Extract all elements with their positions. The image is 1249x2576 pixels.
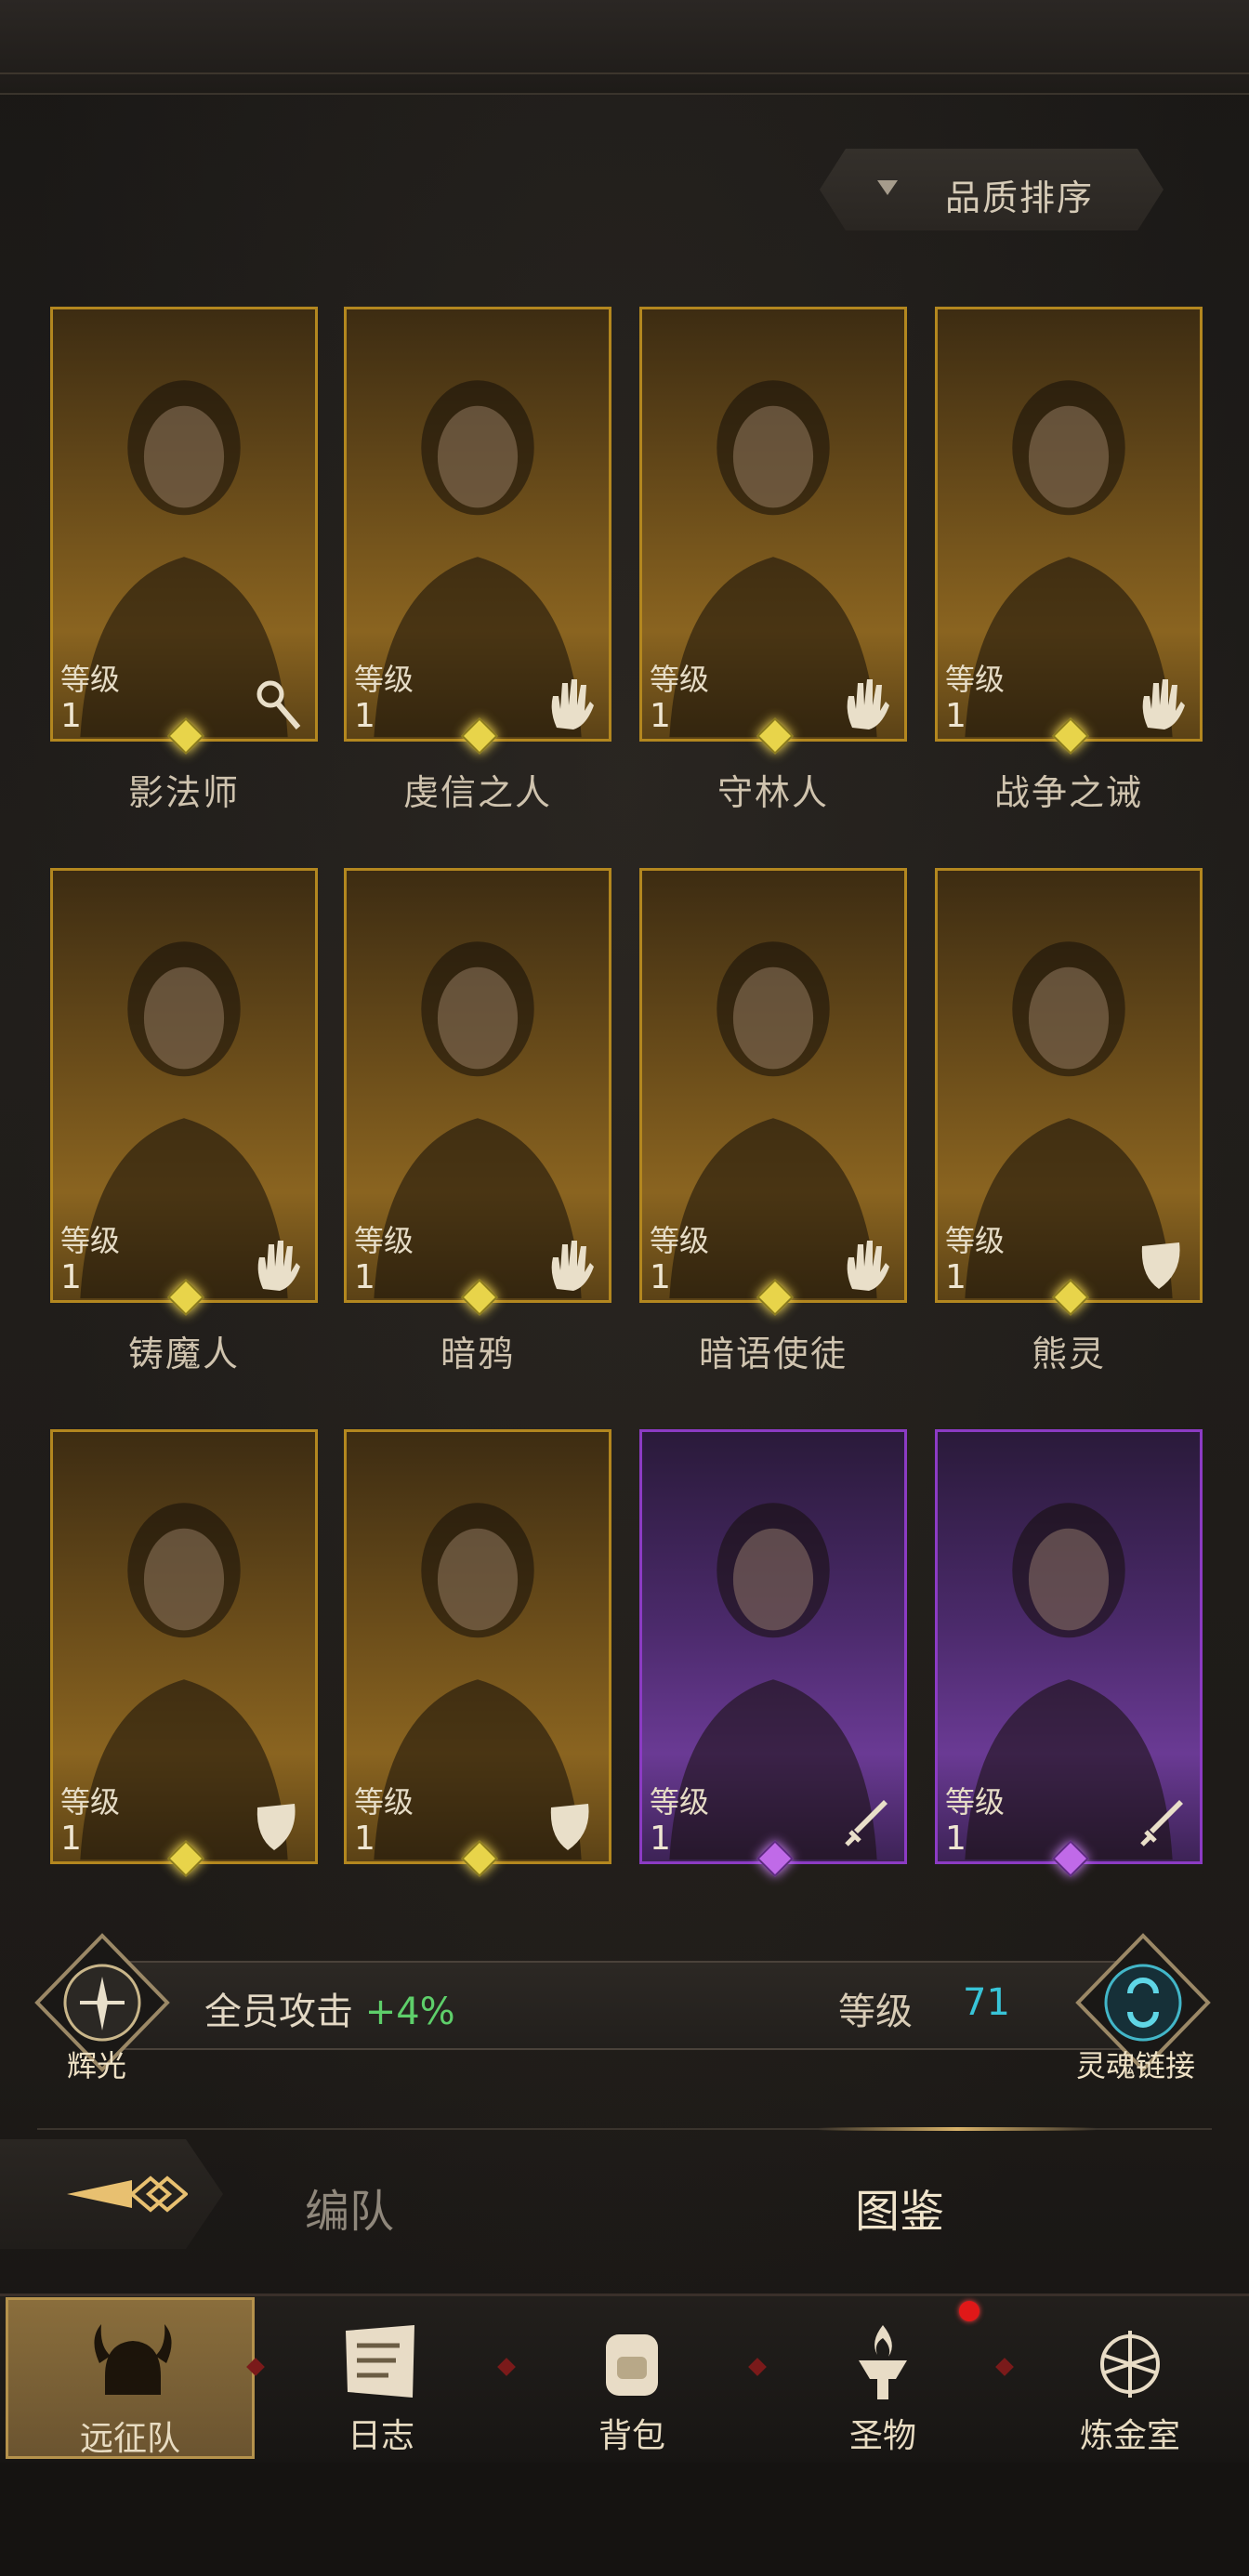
level-value: 1 [60,1258,82,1296]
hero-name: 铸魔人 [127,1334,240,1374]
hero-portrait-frame: 等级 1 [935,307,1203,742]
nav-item-alchemy[interactable]: 炼金室 [1006,2297,1249,2459]
top-ornament [0,0,1249,95]
dropdown-triangle-icon [877,180,898,195]
shield-icon [1141,1242,1180,1289]
hero-name: 虔信之人 [402,772,552,813]
soul-link-label: 灵魂链接 [1076,2048,1196,2083]
shield-icon [256,1804,296,1850]
alchemy-icon [1100,2331,1160,2398]
nav-label: 日志 [347,2417,414,2455]
level-value: 1 [650,1258,671,1296]
tab-codex[interactable]: 图鉴 [855,2175,944,2240]
scroll-icon [346,2325,414,2398]
hero-portrait-frame: 等级 1 [639,307,907,742]
hero-portrait-frame: 等级 1 [639,868,907,1303]
nav-item-brazier[interactable]: 圣物 [758,2297,1007,2459]
nav-item-viking-helmet[interactable]: 远征队 [6,2297,255,2459]
hand-icon [1142,679,1185,729]
hero-name: 守林人 [717,772,829,813]
nav-label: 炼金室 [1079,2417,1180,2455]
tab-formation[interactable]: 编队 [305,2175,394,2240]
brazier-icon [859,2325,907,2399]
shield-icon [550,1804,589,1850]
hero-portrait-frame: 等级 1 [344,307,611,742]
level-label: 等级 [60,1784,121,1820]
hero-portrait-frame: 等级 1 [935,1429,1203,1864]
level-label: 等级 [945,1784,1006,1820]
hand-icon [257,1241,300,1291]
level-value: 1 [354,1258,375,1296]
level-label: 等级 [60,1223,121,1258]
hand-icon [551,1241,594,1291]
hero-portrait-frame: 等级 1 [344,868,611,1303]
radiance-label: 辉光 [67,2048,127,2083]
level-value: 1 [354,697,375,735]
hand-icon [551,679,594,729]
nav-label: 背包 [598,2417,665,2455]
level-value: 1 [650,697,671,735]
hero-name: 暗鸦 [440,1334,515,1374]
hero-portrait-frame: 等级 1 [935,868,1203,1303]
quality-sort-button[interactable]: 品质排序 [820,149,1164,230]
level-label: 等级 [650,662,710,697]
notification-badge [959,2301,979,2321]
hero-name: 暗语使徒 [698,1334,848,1374]
hero-portrait-frame: 等级 1 [639,1429,907,1864]
app-root: 品质排序 等级 1 影法师 等级 1 虔信之人 等级 1 守林人 等级 1 战争之诫 等级 1 铸魔人 等级 1… [0,0,1249,2576]
nav-label: 远征队 [79,2420,180,2458]
sword-icon [1140,1800,1183,1847]
viking-helmet-icon [94,2324,172,2395]
level-label: 等级 [60,662,121,697]
footer-area [0,2463,1249,2576]
back-arrow-icon [67,2175,188,2213]
sort-label: 品质排序 [945,177,1095,218]
level-label: 等级 [354,1784,414,1820]
sword-icon [845,1800,887,1847]
level-value: 1 [354,1820,375,1858]
soul-level-label: 等级 [838,1991,913,2033]
nav-item-backpack[interactable]: 背包 [507,2297,756,2459]
staff-icon [256,680,301,729]
level-value: 1 [650,1820,671,1858]
level-value: 1 [945,1258,966,1296]
hand-icon [847,1241,889,1291]
bonus-value: +4% [364,1991,455,2033]
active-tab-indicator [818,2127,1097,2131]
nav-label: 圣物 [848,2417,916,2455]
hero-portrait-frame: 等级 1 [50,307,318,742]
bonus-text: 全员攻击 [204,1991,353,2033]
back-button[interactable] [0,2139,223,2249]
hero-portrait-frame: 等级 1 [50,1429,318,1864]
level-value: 1 [945,697,966,735]
level-value: 1 [60,1820,82,1858]
soul-level-value: 71 [963,1981,1010,2024]
level-label: 等级 [650,1784,710,1820]
party-attack-bonus: 全员攻击 +4% [204,1981,455,2035]
hero-name: 战争之诫 [993,772,1143,813]
hero-name: 熊灵 [1031,1334,1106,1374]
backpack-icon [606,2334,658,2396]
hand-icon [847,679,889,729]
level-label: 等级 [354,662,414,697]
level-value: 1 [945,1820,966,1858]
level-value: 1 [60,697,82,735]
hero-name: 影法师 [127,772,240,813]
level-label: 等级 [945,662,1006,697]
hero-portrait-frame: 等级 1 [344,1429,611,1864]
hero-portrait-frame: 等级 1 [50,868,318,1303]
level-label: 等级 [945,1223,1006,1258]
level-label: 等级 [650,1223,710,1258]
nav-item-scroll[interactable]: 日志 [256,2297,506,2459]
level-label: 等级 [354,1223,414,1258]
